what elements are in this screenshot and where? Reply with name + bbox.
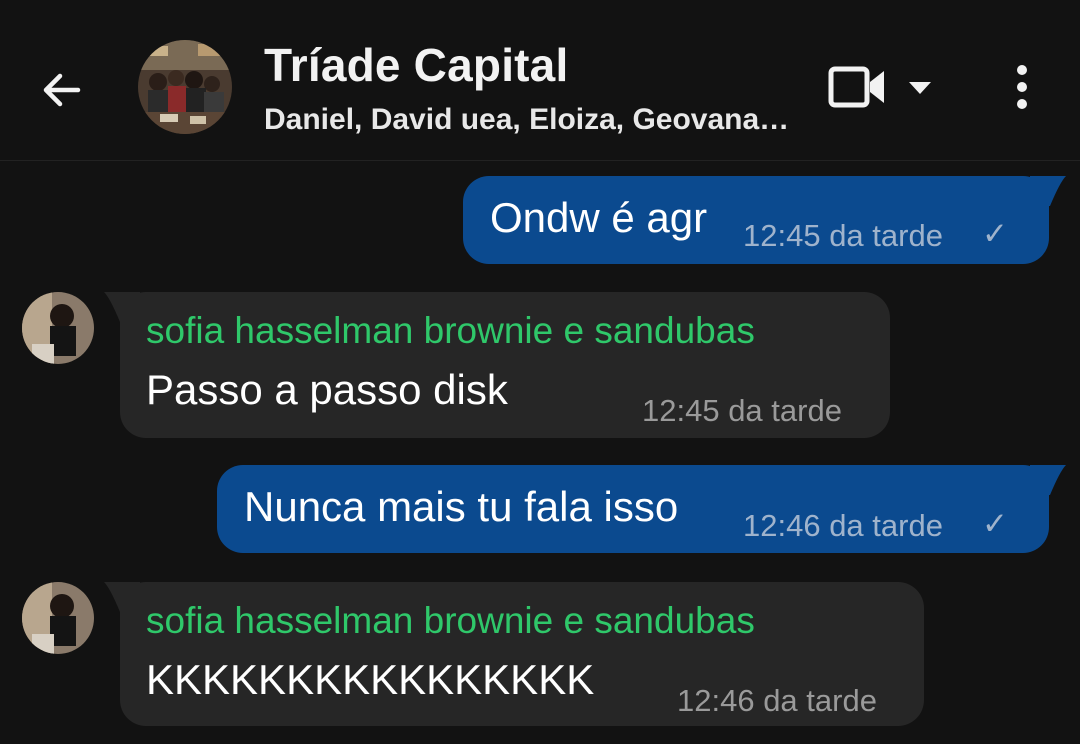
sent-check-icon: ✓ [982,216,1008,251]
sender-name[interactable]: sofia hasselman brownie e sandubas [146,310,755,352]
message-text: Passo a passo disk [146,366,508,413]
message-text: Nunca mais tu fala isso [244,483,679,530]
message-text: KKKKKKKKKKKKKKKK [146,656,595,703]
avatar-photo [22,582,94,654]
more-options-button[interactable] [1002,62,1042,114]
group-photo [138,40,232,134]
video-camera-icon [828,66,884,108]
sender-name[interactable]: sofia hasselman brownie e sandubas [146,600,755,642]
avatar-photo [22,292,94,364]
chat-header: Tríade Capital Daniel, David uea, Eloiza… [0,0,1080,161]
more-vertical-icon [1017,65,1027,109]
call-options-button[interactable] [904,74,936,102]
chat-title[interactable]: Tríade Capital [264,38,568,92]
video-call-button[interactable] [826,62,892,114]
bubble-tail [1030,176,1066,206]
message-time: 12:45 da tarde [642,393,842,428]
bubble-tail [1030,465,1066,495]
message-text: Ondw é agr [490,194,708,241]
message-time: 12:46 da tarde [677,683,877,718]
sent-check-icon: ✓ [982,506,1008,541]
back-button[interactable] [30,58,94,122]
bubble-tail [104,292,140,322]
arrow-left-icon [43,73,81,107]
caret-down-icon [909,82,931,94]
message-time: 12:45 da tarde [743,218,943,253]
sender-avatar[interactable] [22,292,94,364]
bubble-tail [104,582,140,612]
group-avatar[interactable] [138,40,232,134]
sender-avatar[interactable] [22,582,94,654]
message-time: 12:46 da tarde [743,508,943,543]
chat-screen: Tríade Capital Daniel, David uea, Eloiza… [0,0,1080,744]
chat-participants[interactable]: Daniel, David uea, Eloiza, Geovana… [264,103,789,137]
